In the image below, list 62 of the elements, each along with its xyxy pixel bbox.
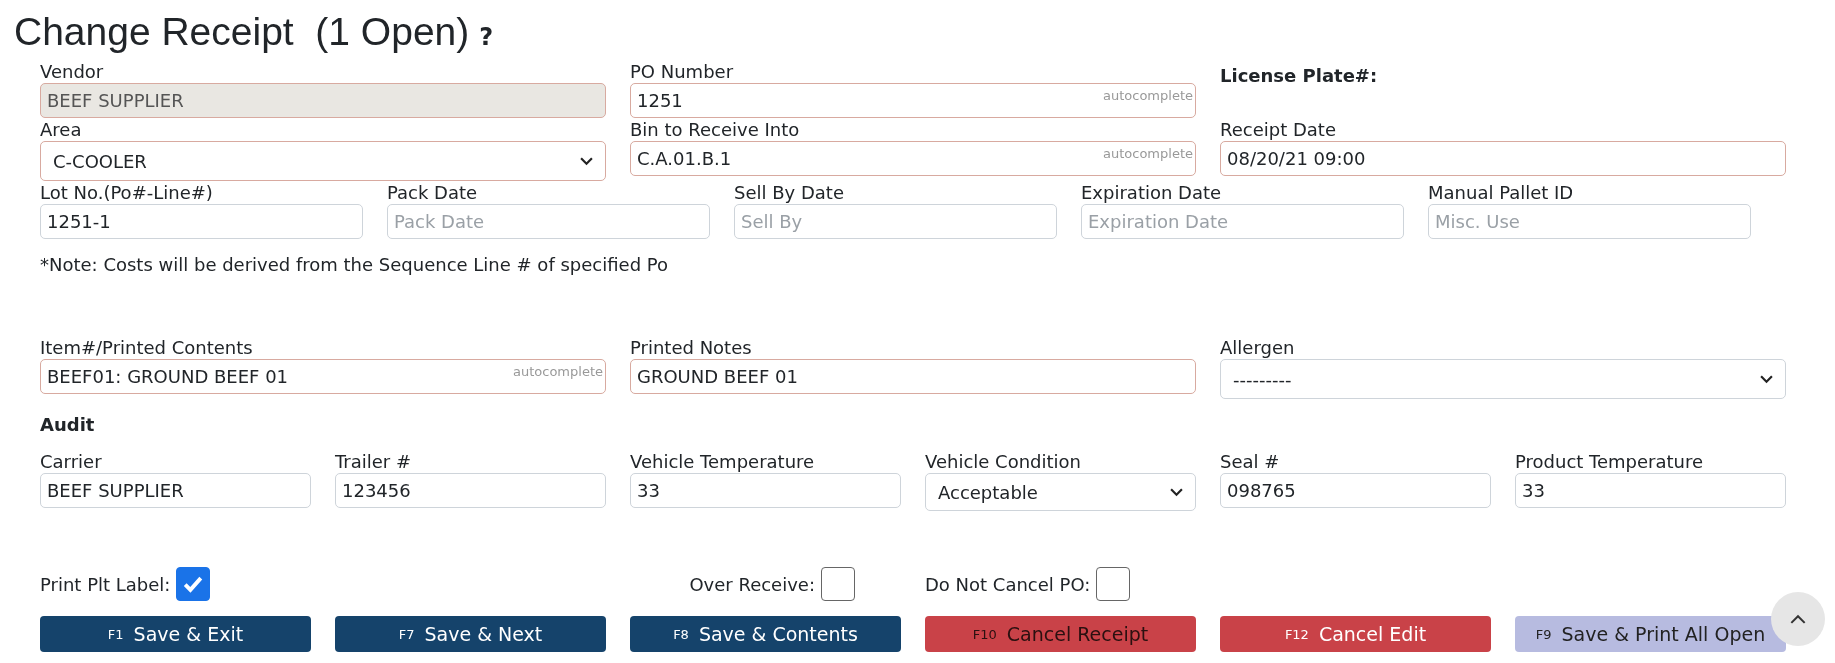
field-label: Printed Notes: [630, 336, 753, 359]
field-label: Vendor: [40, 60, 105, 83]
field-label: Allergen: [1220, 336, 1296, 359]
select-value: C-COOLER: [53, 150, 147, 172]
checkbox-label: Over Receive:: [689, 572, 815, 596]
chevron-up-icon: [1790, 614, 1806, 624]
field-label: Trailer #: [335, 450, 413, 473]
chevron-down-icon: [1170, 487, 1183, 497]
input-field[interactable]: 33: [630, 473, 901, 508]
autocomplete-hint: autocomplete: [1103, 88, 1193, 103]
field-label: Area: [40, 118, 83, 141]
input-field[interactable]: 33: [1515, 473, 1786, 508]
field-label: Seal #: [1220, 450, 1281, 473]
help-icon[interactable]: ?: [479, 23, 494, 51]
input-field[interactable]: 1251-1: [40, 204, 363, 239]
field-label: Sell By Date: [734, 181, 845, 204]
checkbox[interactable]: [1096, 567, 1131, 601]
action-button[interactable]: F7 Save & Next: [335, 616, 606, 652]
action-button[interactable]: F12 Cancel Edit: [1220, 616, 1491, 652]
select-value: ---------: [1233, 368, 1292, 390]
autocomplete-hint: autocomplete: [1103, 146, 1193, 161]
field-label: Manual Pallet ID: [1428, 181, 1575, 204]
field-label: PO Number: [630, 60, 735, 83]
input-field[interactable]: Misc. Use: [1428, 204, 1751, 239]
checkbox-label: Print Plt Label:: [40, 572, 171, 596]
input-field[interactable]: BEEF SUPPLIER: [40, 473, 311, 508]
input-field[interactable]: 08/20/21 09:00: [1220, 141, 1786, 176]
field-label: Item#/Printed Contents: [40, 336, 254, 359]
field-label: Carrier: [40, 450, 103, 473]
field-label: Receipt Date: [1220, 118, 1337, 141]
input-field[interactable]: Pack Date: [387, 204, 710, 239]
input-field[interactable]: Expiration Date: [1081, 204, 1404, 239]
field-label: Bin to Receive Into: [630, 118, 801, 141]
input-field[interactable]: GROUND BEEF 01: [630, 359, 1196, 394]
select-value: Acceptable: [938, 481, 1038, 503]
input-field[interactable]: Sell By: [734, 204, 1057, 239]
input-field[interactable]: BEEF SUPPLIER: [40, 83, 606, 118]
field-label: Product Temperature: [1515, 450, 1705, 473]
field-label: Lot No.(Po#-Line#): [40, 181, 214, 204]
field-heading: License Plate#:: [1220, 64, 1379, 87]
input-field[interactable]: 098765: [1220, 473, 1491, 508]
note-text: *Note: Costs will be derived from the Sequence Line # of specified Po: [40, 253, 669, 276]
select-field[interactable]: C-COOLER: [40, 141, 606, 181]
chevron-down-icon: [580, 156, 593, 166]
checkbox[interactable]: [821, 567, 855, 601]
action-button[interactable]: F8 Save & Contents: [630, 616, 901, 652]
checkbox[interactable]: [176, 567, 211, 601]
action-button[interactable]: F1 Save & Exit: [40, 616, 311, 652]
section-heading: Audit: [40, 413, 96, 436]
page-title: Change Receipt (1 Open): [14, 10, 470, 54]
field-label: Pack Date: [387, 181, 479, 204]
field-label: Vehicle Temperature: [630, 450, 816, 473]
autocomplete-hint: autocomplete: [513, 364, 603, 379]
input-field[interactable]: 123456: [335, 473, 606, 508]
select-field[interactable]: Acceptable: [925, 473, 1196, 511]
field-label: Vehicle Condition: [925, 450, 1082, 473]
checkbox-label: Do Not Cancel PO:: [925, 572, 1091, 596]
action-button[interactable]: F9 Save & Print All Open: [1515, 616, 1786, 652]
chevron-down-icon: [1760, 374, 1773, 384]
field-label: Expiration Date: [1081, 181, 1223, 204]
select-field[interactable]: ---------: [1220, 359, 1786, 399]
action-button[interactable]: F10 Cancel Receipt: [925, 616, 1196, 652]
